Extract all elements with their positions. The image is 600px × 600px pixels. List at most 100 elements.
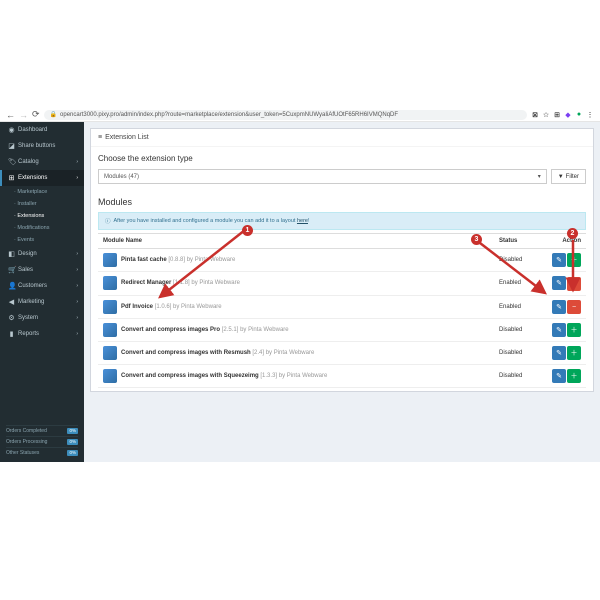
sidebar-sub-installer[interactable]: · Installer xyxy=(0,198,84,210)
lock-icon: 🔒 xyxy=(50,111,57,118)
sidebar-sub-marketplace[interactable]: · Marketplace xyxy=(0,186,84,198)
edit-button[interactable]: ✎ xyxy=(552,323,566,337)
sidebar-item-dashboard[interactable]: ◉Dashboard xyxy=(0,122,84,138)
info-alert: ⓘ After you have installed and configure… xyxy=(98,212,586,230)
module-status: Disabled xyxy=(494,365,544,388)
sidebar-icon: 🏷 xyxy=(8,158,15,166)
sidebar-label: Extensions xyxy=(18,175,47,181)
top-whitespace xyxy=(0,0,600,108)
module-icon xyxy=(103,253,117,267)
module-icon xyxy=(103,346,117,360)
forward-button[interactable]: → xyxy=(19,110,28,120)
sidebar-label: Share buttons xyxy=(18,143,55,149)
list-icon: ≡ xyxy=(98,134,102,141)
edit-button[interactable]: ✎ xyxy=(552,369,566,383)
sidebar-label: Marketing xyxy=(18,299,44,305)
th-action: Action xyxy=(544,234,586,249)
sidebar-item-extensions[interactable]: ⊞Extensions › xyxy=(0,170,84,186)
info-text-pre: After you have installed and configured … xyxy=(114,218,297,224)
sidebar-icon: 👤 xyxy=(8,282,15,290)
sidebar-item-system[interactable]: ⚙System› xyxy=(0,310,84,326)
ext1-icon[interactable]: ⊞ xyxy=(553,111,561,119)
extension-icons: ⊠ ☆ ⊞ ◆ ● ⋮ xyxy=(531,111,594,119)
install-button[interactable]: ＋ xyxy=(567,323,581,337)
edit-button[interactable]: ✎ xyxy=(552,253,566,267)
sidebar-stat: Orders Processing0% xyxy=(6,436,78,447)
sidebar-item-marketing[interactable]: ◀Marketing › xyxy=(0,294,84,310)
sidebar-item-catalog[interactable]: 🏷Catalog› xyxy=(0,154,84,170)
chevron-icon: › xyxy=(76,299,78,305)
edit-button[interactable]: ✎ xyxy=(552,300,566,314)
address-bar[interactable]: 🔒 opencart3000.pixy.pro/admin/index.php?… xyxy=(44,110,527,120)
module-name: Convert and compress images with Squeeze… xyxy=(121,373,327,379)
sidebar-icon: ⚙ xyxy=(8,314,15,322)
chevron-icon: › xyxy=(76,331,78,337)
chevron-down-icon: ▾ xyxy=(538,173,541,180)
filter-icon: ▼ xyxy=(558,174,564,180)
module-status: Disabled xyxy=(494,319,544,342)
sidebar-item-customers[interactable]: 👤Customers› xyxy=(0,278,84,294)
sidebar-label: Design xyxy=(18,251,37,257)
edit-button[interactable]: ✎ xyxy=(552,346,566,360)
sidebar-label: Sales xyxy=(18,267,33,273)
sidebar-sub-extensions[interactable]: · Extensions xyxy=(0,210,84,222)
sidebar-label: Catalog xyxy=(18,159,39,165)
sidebar-label: Dashboard xyxy=(18,127,47,133)
edit-button[interactable]: ✎ xyxy=(552,276,566,290)
info-link[interactable]: here xyxy=(297,218,308,224)
reload-button[interactable]: ⟳ xyxy=(32,109,40,120)
sidebar-sub-modifications[interactable]: · Modifications xyxy=(0,222,84,234)
browser-toolbar: ← → ⟳ 🔒 opencart3000.pixy.pro/admin/inde… xyxy=(0,108,600,122)
module-name: Redirect Manager [1.1.8] by Pinta Webwar… xyxy=(121,280,240,286)
back-button[interactable]: ← xyxy=(6,110,15,120)
translate-icon[interactable]: ⊠ xyxy=(531,111,539,119)
sidebar-item-reports[interactable]: ▮Reports› xyxy=(0,326,84,342)
module-status: Enabled xyxy=(494,272,544,296)
ext2-icon[interactable]: ◆ xyxy=(564,111,572,119)
table-row: Pinta fast cache [0.8.8] by Pinta Webwar… xyxy=(98,249,586,272)
table-row: Convert and compress images Pro [2.5.1] … xyxy=(98,319,586,342)
select-value: Modules (47) xyxy=(104,174,139,180)
sidebar-item-sales[interactable]: 🛒Sales › xyxy=(0,262,84,278)
install-button[interactable]: ＋ xyxy=(567,346,581,360)
sidebar-stat: Orders Completed0% xyxy=(6,425,78,436)
uninstall-button[interactable]: − xyxy=(567,277,581,291)
module-status: Disabled xyxy=(494,249,544,272)
install-button[interactable]: ＋ xyxy=(567,369,581,383)
table-row: Redirect Manager [1.1.8] by Pinta Webwar… xyxy=(98,272,586,296)
install-button[interactable]: ＋ xyxy=(567,253,581,267)
filter-button[interactable]: ▼ Filter xyxy=(551,169,586,184)
th-status: Status xyxy=(494,234,544,249)
sidebar-icon: 🛒 xyxy=(8,266,15,274)
sidebar-sub-events[interactable]: · Events xyxy=(0,234,84,246)
sidebar-icon: ◀ xyxy=(8,298,15,306)
ext3-icon[interactable]: ● xyxy=(575,111,583,119)
chevron-icon: › xyxy=(76,251,78,257)
menu-icon[interactable]: ⋮ xyxy=(586,111,594,119)
sidebar-item-share-buttons[interactable]: ◪Share buttons xyxy=(0,138,84,154)
sidebar-icon: ⊞ xyxy=(8,174,15,182)
chevron-icon: › xyxy=(76,175,78,181)
table-row: Convert and compress images with Resmush… xyxy=(98,342,586,365)
module-name: Pinta fast cache [0.8.8] by Pinta Webwar… xyxy=(121,257,235,263)
uninstall-button[interactable]: − xyxy=(567,300,581,314)
sidebar-label: Reports xyxy=(18,331,39,337)
module-icon xyxy=(103,276,117,290)
module-name: Pdf Invoice [1.0.6] by Pinta Webware xyxy=(121,304,222,310)
module-icon xyxy=(103,300,117,314)
module-icon xyxy=(103,369,117,383)
sidebar-icon: ◪ xyxy=(8,142,15,150)
filter-label: Filter xyxy=(566,174,579,180)
table-row: Convert and compress images with Squeeze… xyxy=(98,365,586,388)
extension-panel: ≡ Extension List Choose the extension ty… xyxy=(90,128,594,392)
sidebar-stats: Orders Completed0%Orders Processing0%Oth… xyxy=(0,421,84,462)
star-icon[interactable]: ☆ xyxy=(542,111,550,119)
chevron-icon: › xyxy=(76,315,78,321)
url-text: opencart3000.pixy.pro/admin/index.php?ro… xyxy=(60,112,398,118)
panel-header: ≡ Extension List xyxy=(91,129,593,147)
panel-title: Extension List xyxy=(105,134,149,141)
sidebar-label: Customers xyxy=(18,283,47,289)
sidebar-item-design[interactable]: ◧Design› xyxy=(0,246,84,262)
extension-type-select[interactable]: Modules (47) ▾ xyxy=(98,169,547,184)
chevron-icon: › xyxy=(76,267,78,273)
